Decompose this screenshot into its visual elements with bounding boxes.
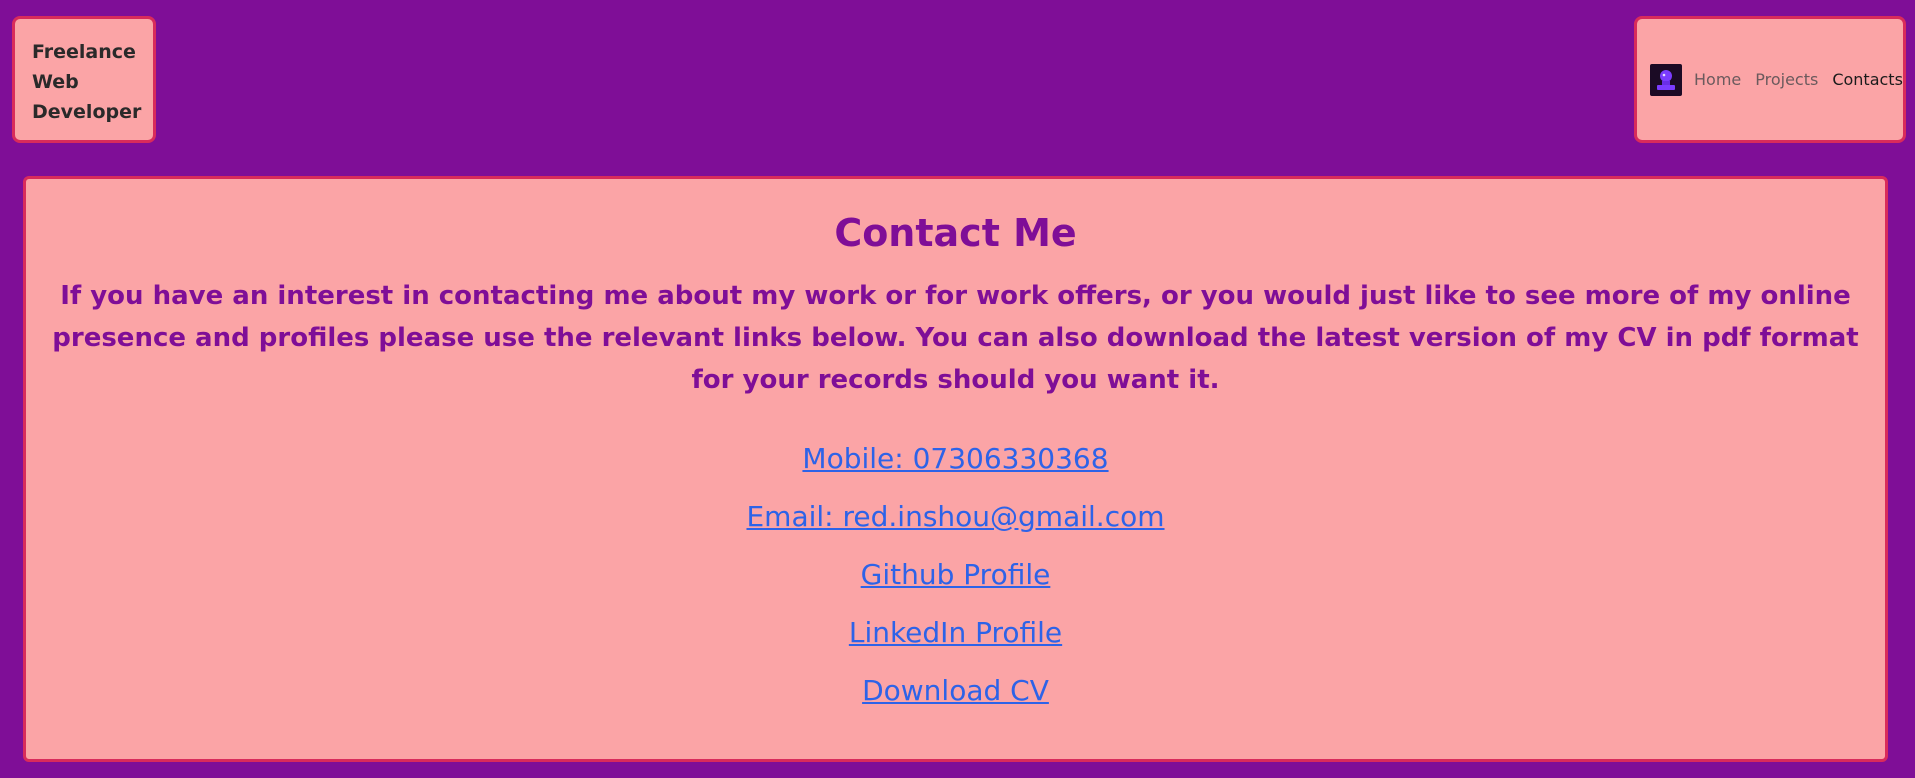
download-cv-link[interactable]: Download CV — [26, 673, 1885, 709]
contact-intro: If you have an interest in contacting me… — [52, 281, 1859, 395]
email-link[interactable]: Email: red.inshou@gmail.com — [26, 499, 1885, 535]
brand-box: Freelance Web Developer — [12, 16, 156, 143]
github-link[interactable]: Github Profile — [26, 557, 1885, 593]
nav-link-contacts[interactable]: Contacts — [1832, 70, 1903, 89]
nav-link-home[interactable]: Home — [1694, 70, 1741, 89]
brand-title[interactable]: Freelance Web Developer — [32, 37, 142, 127]
nav-link-projects[interactable]: Projects — [1755, 70, 1818, 89]
contact-links: Mobile: 07306330368 Email: red.inshou@gm… — [26, 441, 1885, 709]
page-title: Contact Me — [834, 211, 1077, 255]
navbar: Home Projects Contacts — [1634, 16, 1906, 143]
user-avatar-icon[interactable] — [1650, 63, 1682, 96]
contact-card: Contact Me If you have an interest in co… — [23, 176, 1888, 762]
mobile-link[interactable]: Mobile: 07306330368 — [26, 441, 1885, 477]
linkedin-link[interactable]: LinkedIn Profile — [26, 615, 1885, 651]
